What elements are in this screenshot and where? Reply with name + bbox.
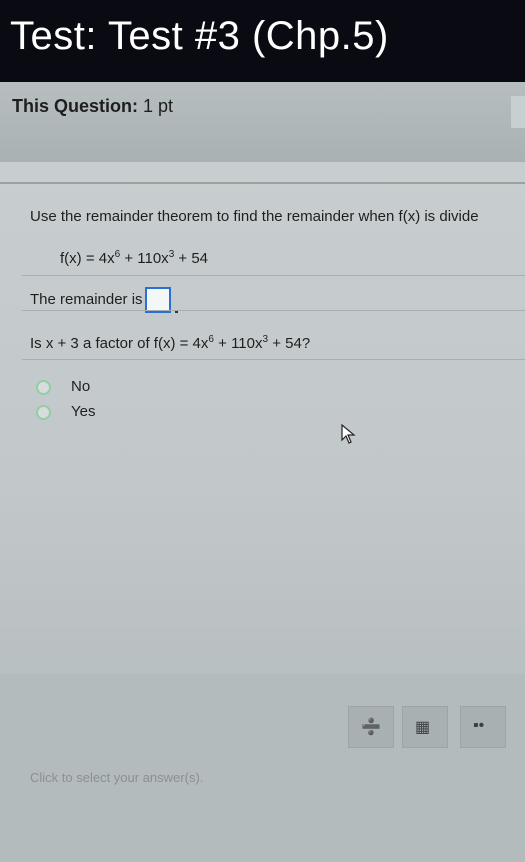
fraction-button[interactable]: ➗ (348, 706, 394, 748)
fraction-icon: ➗ (361, 719, 381, 736)
fq-term-3: + 54? (268, 335, 311, 352)
function-expression: f(x) = 4x6 + 110x3 + 54 (60, 249, 208, 267)
factor-question: Is x + 3 a factor of f(x) = 4x6 + 110x3 … (30, 334, 310, 352)
divider (0, 182, 525, 184)
question-prompt: Use the remainder theorem to find the re… (30, 208, 479, 225)
fx-term-1: f(x) = 4x (60, 250, 115, 267)
points-value: 1 pt (143, 96, 174, 116)
exponent-button[interactable]: ▪• (460, 706, 506, 748)
separator (22, 359, 525, 360)
radio-icon[interactable] (36, 379, 51, 395)
fq-term-2: + 110x (213, 335, 263, 352)
window-title: Test: Test #3 (Chp.5) (10, 14, 389, 58)
option-yes-label: Yes (71, 403, 96, 420)
fx-term-2: + 110x (120, 250, 169, 267)
mouse-cursor-icon (341, 424, 356, 444)
radio-icon[interactable] (36, 404, 51, 420)
option-yes[interactable]: Yes (36, 403, 95, 420)
answer-toolbar-area: ➗ ▦ ▪• Click to select your answer(s). (0, 674, 525, 862)
option-no[interactable]: No (36, 378, 90, 395)
question-label: This Question: (12, 96, 138, 116)
question-points: This Question: 1 pt (12, 96, 173, 117)
option-no-label: No (71, 378, 91, 395)
fx-term-3: + 54 (174, 250, 209, 267)
question-info-bar: This Question: 1 pt (0, 82, 525, 162)
mixed-number-button[interactable]: ▦ (402, 706, 448, 748)
answer-hint: Click to select your answer(s). (30, 770, 204, 785)
separator (22, 310, 525, 311)
fq-term-1: Is x + 3 a factor of f(x) = 4x (30, 335, 209, 352)
side-tab[interactable] (511, 96, 525, 128)
mixed-number-icon: ▦ (415, 719, 431, 736)
separator (22, 275, 525, 276)
question-panel: Use the remainder theorem to find the re… (0, 162, 525, 862)
remainder-label: The remainder is (30, 290, 143, 308)
exponent-icon: ▪• (473, 717, 485, 734)
title-bar: Test: Test #3 (Chp.5) (0, 0, 525, 82)
